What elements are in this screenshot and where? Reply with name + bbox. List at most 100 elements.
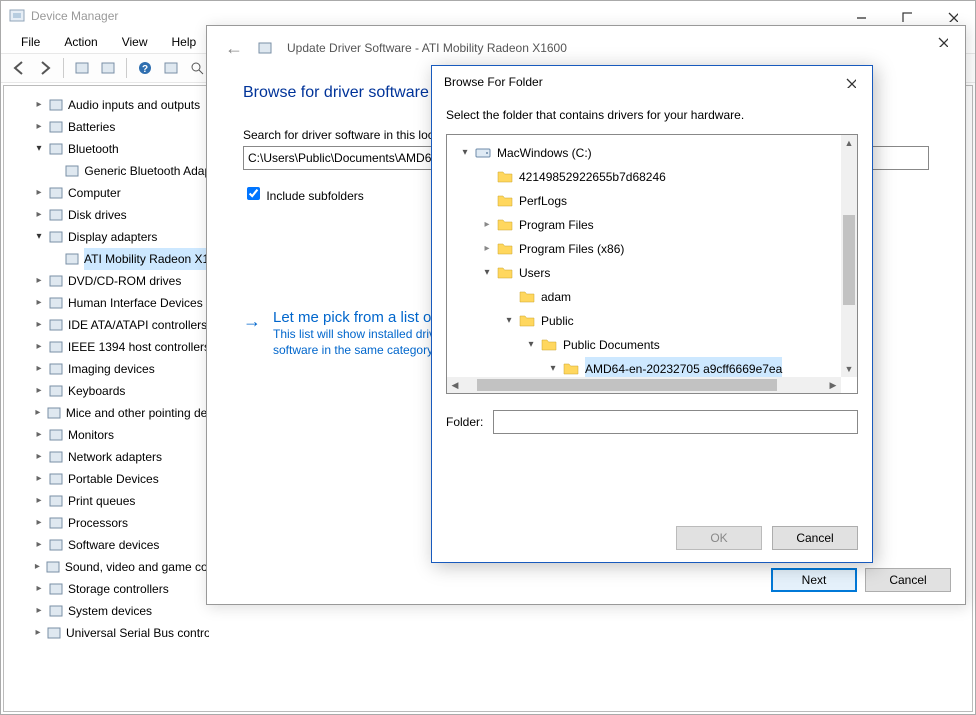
device-tree-item[interactable]: ▸Print queues [14,490,209,512]
chevron-icon[interactable] [523,333,539,357]
wizard-cancel-button[interactable]: Cancel [865,568,951,592]
chevron-icon[interactable] [479,213,495,237]
chevron-icon[interactable]: ▸ [32,204,46,226]
bff-close-button[interactable] [828,66,872,98]
include-subfolders-input[interactable] [247,187,260,200]
horizontal-scrollbar[interactable]: ◀ ▶ [447,377,841,393]
chevron-icon[interactable]: ▸ [32,380,46,402]
chevron-icon[interactable]: ▸ [32,116,46,138]
chevron-icon[interactable] [479,261,495,285]
device-tree-item[interactable]: ▸Disk drives [14,204,209,226]
scroll-right-icon[interactable]: ▶ [825,377,841,393]
show-hidden-icon[interactable] [70,56,94,80]
device-tree-item[interactable]: ▸Network adapters [14,446,209,468]
device-tree-item[interactable]: ATI Mobility Radeon X1600 [14,248,209,270]
scroll-up-icon[interactable]: ▲ [841,135,857,151]
vertical-scrollbar[interactable]: ▲ ▼ [841,135,857,377]
chevron-icon[interactable]: ▾ [32,138,46,160]
help-icon[interactable]: ? [133,56,157,80]
scroll-left-icon[interactable]: ◀ [447,377,463,393]
scroll-down-icon[interactable]: ▼ [841,361,857,377]
menu-help[interactable]: Help [162,33,207,51]
chevron-icon[interactable]: ▸ [32,358,46,380]
device-tree-label: Storage controllers [68,578,169,600]
wizard-back-icon[interactable]: ← [225,38,243,59]
chevron-icon[interactable]: ▸ [32,402,44,424]
chevron-icon[interactable]: ▸ [32,270,46,292]
bff-cancel-button[interactable]: Cancel [772,526,858,550]
device-tree-item[interactable]: ▸Monitors [14,424,209,446]
device-tree-item[interactable]: ▾Bluetooth [14,138,209,160]
bff-tree[interactable]: MacWindows (C:)42149852922655b7d68246Per… [447,135,841,377]
chevron-icon[interactable]: ▸ [32,182,46,204]
chevron-icon[interactable]: ▸ [32,424,46,446]
chevron-icon[interactable] [457,141,473,165]
chevron-icon[interactable]: ▸ [32,314,46,336]
chevron-icon[interactable]: ▸ [32,622,44,644]
device-tree-label: Keyboards [68,380,125,402]
bff-tree-item[interactable]: Program Files [451,213,837,237]
device-tree-item[interactable]: ▸IEEE 1394 host controllers [14,336,209,358]
device-tree-item[interactable]: Generic Bluetooth Adapter [14,160,209,182]
bff-tree-item[interactable]: PerfLogs [451,189,837,213]
bff-tree-item[interactable]: Users [451,261,837,285]
bff-ok-button[interactable]: OK [676,526,762,550]
bff-tree-item[interactable]: 42149852922655b7d68246 [451,165,837,189]
device-tree[interactable]: ▸Audio inputs and outputs▸Batteries▾Blue… [14,94,209,703]
bff-tree-item[interactable]: Public Documents [451,333,837,357]
bff-tree-item[interactable]: MacWindows (C:) [451,141,837,165]
chevron-icon[interactable] [479,237,495,261]
chevron-icon[interactable]: ▾ [32,226,46,248]
include-subfolders-checkbox[interactable]: Include subfolders [243,189,364,203]
next-button[interactable]: Next [771,568,857,592]
device-tree-item[interactable]: ▸Audio inputs and outputs [14,94,209,116]
forward-icon[interactable] [33,56,57,80]
menu-file[interactable]: File [11,33,50,51]
chevron-icon[interactable]: ▸ [32,94,46,116]
bff-folder-input[interactable] [493,410,858,434]
chevron-icon[interactable] [545,357,561,377]
chevron-icon[interactable]: ▸ [32,512,46,534]
device-tree-item[interactable]: ▸IDE ATA/ATAPI controllers [14,314,209,336]
bff-tree-item[interactable]: adam [451,285,837,309]
device-tree-item[interactable]: ▸System devices [14,600,209,622]
device-tree-item[interactable]: ▸Imaging devices [14,358,209,380]
bff-tree-item[interactable]: Program Files (x86) [451,237,837,261]
chevron-icon[interactable]: ▸ [32,292,46,314]
bff-tree-item[interactable]: AMD64-en-20232705 a9cff6669e7ea [451,357,837,377]
wizard-close-button[interactable] [919,26,965,56]
device-tree-item[interactable]: ▸ Keyboards [14,380,209,402]
scan-icon[interactable] [159,56,183,80]
device-tree-item[interactable]: ▸Portable Devices [14,468,209,490]
portable-icon [48,471,64,487]
chevron-icon[interactable]: ▸ [32,336,46,358]
chevron-icon[interactable] [501,309,517,333]
chevron-icon[interactable]: ▸ [32,534,46,556]
device-tree-item[interactable]: ▸Software devices [14,534,209,556]
device-tree-item[interactable]: ▸Computer [14,182,209,204]
menu-view[interactable]: View [112,33,158,51]
device-tree-label: Generic Bluetooth Adapter [84,160,209,182]
device-tree-item[interactable]: ▸ Batteries [14,116,209,138]
back-icon[interactable] [7,56,31,80]
chevron-icon[interactable]: ▸ [32,556,43,578]
chevron-icon[interactable]: ▸ [32,578,46,600]
device-tree-label: Batteries [68,116,115,138]
chevron-icon[interactable]: ▸ [32,468,46,490]
device-tree-item[interactable]: ▸DVD/CD-ROM drives [14,270,209,292]
device-tree-item[interactable]: ▸Sound, video and game controllers [14,556,209,578]
device-tree-item[interactable]: ▾Display adapters [14,226,209,248]
device-tree-item[interactable]: ▸ Storage controllers [14,578,209,600]
chevron-icon[interactable]: ▸ [32,490,46,512]
device-tree-item[interactable]: ▸Processors [14,512,209,534]
device-tree-item[interactable]: ▸Universal Serial Bus controllers [14,622,209,644]
horizontal-scroll-thumb[interactable] [477,379,777,391]
menu-action[interactable]: Action [54,33,107,51]
device-tree-item[interactable]: ▸Human Interface Devices [14,292,209,314]
bff-tree-item[interactable]: Public [451,309,837,333]
chevron-icon[interactable]: ▸ [32,600,46,622]
chevron-icon[interactable]: ▸ [32,446,46,468]
device-tree-item[interactable]: ▸Mice and other pointing devices [14,402,209,424]
properties-icon[interactable] [96,56,120,80]
vertical-scroll-thumb[interactable] [843,215,855,305]
